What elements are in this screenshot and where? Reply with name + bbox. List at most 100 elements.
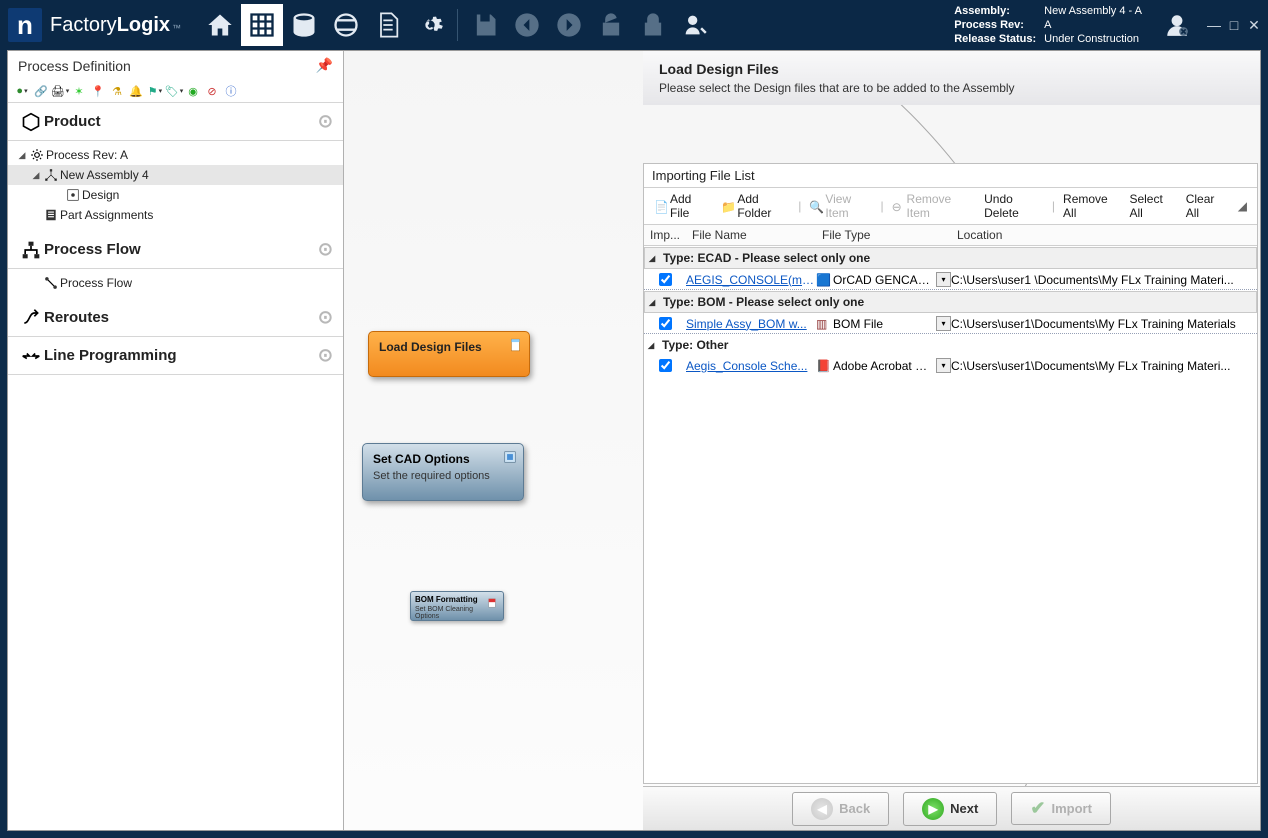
window-maximize-button[interactable]: □ <box>1224 17 1244 33</box>
assembly-icon <box>42 168 60 182</box>
info-circle-icon[interactable]: ⓘ <box>223 83 239 99</box>
group-ecad[interactable]: ◢Type: ECAD - Please select only one <box>644 247 1257 269</box>
ecad-type-dropdown[interactable]: ▾ <box>936 272 951 287</box>
file-add-icon: 📄 <box>654 200 667 213</box>
save-button[interactable] <box>464 4 506 46</box>
nav-forward-button[interactable] <box>548 4 590 46</box>
tree-parts[interactable]: Part Assignments <box>8 205 343 225</box>
bom-filename-link[interactable]: Simple Assy_BOM w... <box>686 317 816 331</box>
window-close-button[interactable]: ✕ <box>1244 17 1264 34</box>
link-icon[interactable]: 🔗 <box>33 83 49 99</box>
process-definition-button[interactable] <box>241 4 283 46</box>
col-location[interactable]: Location <box>951 225 1257 245</box>
wizard-footer: ◀Back ▶Next ✔Import <box>643 786 1260 830</box>
pdf-type-icon: 📕 <box>816 359 829 372</box>
import-button[interactable]: ✔Import <box>1011 792 1111 825</box>
section-lineprog-label: Line Programming <box>44 347 177 364</box>
main-toolbar <box>199 4 716 46</box>
col-import[interactable]: Imp... <box>644 225 686 245</box>
ecad-type-icon: 🟦 <box>816 273 829 286</box>
bom-type-icon: ▥ <box>816 317 829 330</box>
section-reroutes[interactable]: Reroutes ⊙ <box>8 299 343 337</box>
step-bom-formatting[interactable]: BOM Formatting Set BOM Cleaning Options <box>410 591 504 621</box>
section-reroutes-label: Reroutes <box>44 309 109 326</box>
group-other[interactable]: ◢Type: Other <box>644 335 1257 355</box>
cancel-circle-icon[interactable]: ⊘ <box>204 83 220 99</box>
tree-flow-item[interactable]: Process Flow <box>8 273 343 293</box>
remove-item-button: ⊖Remove Item <box>888 191 977 221</box>
col-filename[interactable]: File Name <box>686 225 816 245</box>
ecad-import-checkbox[interactable] <box>659 273 672 286</box>
flask-icon[interactable]: ⚗ <box>109 83 125 99</box>
remove-all-button[interactable]: Remove All <box>1059 191 1121 221</box>
step1-title: Load Design Files <box>379 340 519 354</box>
column-headers: Imp... File Name File Type Location <box>644 225 1257 246</box>
section-lineprog[interactable]: Line Programming ⊙ <box>8 337 343 375</box>
database-button[interactable] <box>283 4 325 46</box>
ecad-filename-link[interactable]: AEGIS_CONSOLE(mo... <box>686 273 816 287</box>
add-file-button[interactable]: 📄Add File <box>650 191 713 221</box>
section-flow[interactable]: Process Flow ⊙ <box>8 231 343 269</box>
document-button[interactable] <box>367 4 409 46</box>
bug-icon[interactable]: ✶ <box>71 83 87 99</box>
next-button[interactable]: ▶Next <box>903 792 997 826</box>
other-type-dropdown[interactable]: ▾ <box>936 358 951 373</box>
flow-mini-icon <box>42 276 60 290</box>
print-dropdown-icon[interactable]: 🖨 <box>52 83 68 99</box>
search-person-button[interactable] <box>674 4 716 46</box>
add-folder-button[interactable]: 📁Add Folder <box>717 191 794 221</box>
row-bom[interactable]: Simple Assy_BOM w... ▥BOM File▾ C:\Users… <box>644 314 1257 333</box>
pdf-icon <box>487 598 497 608</box>
pin-icon[interactable]: 📌 <box>316 57 333 74</box>
col-filetype[interactable]: File Type <box>816 225 951 245</box>
corner-expand-icon[interactable]: ◢ <box>1234 198 1251 214</box>
file-icon <box>509 338 523 352</box>
row-ecad[interactable]: AEGIS_CONSOLE(mo... 🟦OrCAD GENCAD File▾ … <box>644 270 1257 289</box>
rev-value: A <box>1044 19 1148 31</box>
tree-design-label: Design <box>82 188 119 202</box>
unlock-button[interactable] <box>590 4 632 46</box>
bom-type-dropdown[interactable]: ▾ <box>936 316 951 331</box>
undo-delete-button[interactable]: Undo Delete <box>980 191 1048 221</box>
bom-type: BOM File <box>833 317 932 331</box>
tree-assembly-label: New Assembly 4 <box>60 168 149 182</box>
window-minimize-button[interactable]: — <box>1204 17 1224 33</box>
step2-sub: Set the required options <box>373 470 513 482</box>
settings-button[interactable] <box>409 4 451 46</box>
home-button[interactable] <box>199 4 241 46</box>
ok-circle-icon[interactable]: ◉ <box>185 83 201 99</box>
lock-button[interactable] <box>632 4 674 46</box>
group-bom[interactable]: ◢Type: BOM - Please select only one <box>644 291 1257 313</box>
section-product[interactable]: Product ⊙ <box>8 103 343 141</box>
flow-icon <box>18 240 44 260</box>
bom-import-checkbox[interactable] <box>659 317 672 330</box>
tree-rev[interactable]: ◢ Process Rev: A <box>8 145 343 165</box>
arrow-left-icon: ◀ <box>811 798 833 820</box>
rev-label: Process Rev: <box>954 19 1042 31</box>
brand-logo-icon: n <box>8 8 42 42</box>
nav-back-button[interactable] <box>506 4 548 46</box>
row-other[interactable]: Aegis_Console Sche... 📕Adobe Acrobat Doc… <box>644 356 1257 375</box>
section-product-label: Product <box>44 113 101 130</box>
step-set-cad-options[interactable]: Set CAD Options Set the required options <box>362 443 524 501</box>
tree-design[interactable]: Design <box>8 185 343 205</box>
tag-dropdown-icon[interactable]: 🏷 <box>166 83 182 99</box>
app-titlebar: n FactoryLogix™ Assembly:New Assembly 4 … <box>0 0 1268 50</box>
user-avatar-icon[interactable] <box>1162 10 1192 40</box>
step-load-design-files[interactable]: Load Design Files <box>368 331 530 377</box>
wizard-subtitle: Please select the Design files that are … <box>659 81 1244 95</box>
select-all-button[interactable]: Select All <box>1125 191 1177 221</box>
pin-mini-icon[interactable]: 📍 <box>90 83 106 99</box>
bell-icon[interactable]: 🔔 <box>128 83 144 99</box>
tree-assembly[interactable]: ◢ New Assembly 4 <box>8 165 343 185</box>
back-button[interactable]: ◀Back <box>792 792 889 826</box>
view-icon: 🔍 <box>809 200 822 213</box>
flag-dropdown-icon[interactable]: ⚑ <box>147 83 163 99</box>
other-import-checkbox[interactable] <box>659 359 672 372</box>
clear-all-button[interactable]: Clear All <box>1182 191 1230 221</box>
ecad-location: C:\Users\user1 \Documents\My FLx Trainin… <box>951 273 1257 287</box>
other-filename-link[interactable]: Aegis_Console Sche... <box>686 359 816 373</box>
remove-icon: ⊖ <box>892 200 904 213</box>
add-dropdown-icon[interactable]: ● <box>14 83 30 99</box>
globe-button[interactable] <box>325 4 367 46</box>
